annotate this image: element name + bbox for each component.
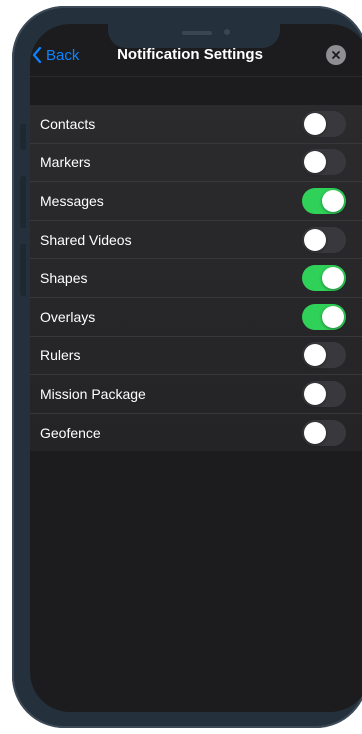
close-icon <box>332 51 340 59</box>
settings-row-geofence: Geofence <box>30 414 362 452</box>
settings-row-mission-package: Mission Package <box>30 375 362 414</box>
toggle-knob <box>304 421 326 444</box>
settings-row-overlays: Overlays <box>30 298 362 337</box>
mute-switch <box>20 124 26 150</box>
rulers-toggle[interactable] <box>302 342 346 369</box>
toggle-knob <box>322 305 344 328</box>
notification-settings-list: Contacts Markers Messages Shared Videos Shap… <box>30 105 362 452</box>
toggle-knob <box>304 344 326 367</box>
toggle-knob <box>304 228 326 251</box>
toggle-knob <box>304 382 326 405</box>
settings-row-label: Messages <box>40 192 104 209</box>
toggle-knob <box>322 189 344 212</box>
close-button[interactable] <box>326 45 346 65</box>
geofence-toggle[interactable] <box>302 419 346 446</box>
settings-row-contacts: Contacts <box>30 105 362 144</box>
messages-toggle[interactable] <box>302 187 346 214</box>
settings-row-shared-videos: Shared Videos <box>30 221 362 260</box>
navigation-bar: Back Notification Settings <box>30 24 362 76</box>
mission-package-toggle[interactable] <box>302 380 346 407</box>
contacts-toggle[interactable] <box>302 110 346 137</box>
markers-toggle[interactable] <box>302 149 346 176</box>
volume-down-button <box>20 244 26 296</box>
shapes-toggle[interactable] <box>302 265 346 292</box>
settings-row-messages: Messages <box>30 182 362 221</box>
shared-videos-toggle[interactable] <box>302 226 346 253</box>
settings-row-label: Overlays <box>40 308 96 325</box>
toggle-knob <box>304 151 326 174</box>
settings-row-label: Geofence <box>40 424 101 441</box>
settings-row-label: Rulers <box>40 347 81 364</box>
toggle-knob <box>304 112 326 135</box>
settings-row-markers: Markers <box>30 144 362 183</box>
section-header-spacer <box>30 76 362 105</box>
settings-row-label: Mission Package <box>40 385 146 402</box>
overlays-toggle[interactable] <box>302 303 346 330</box>
toggle-knob <box>322 267 344 290</box>
settings-row-label: Shared Videos <box>40 231 132 248</box>
screen: Back Notification Settings Contacts Marke… <box>30 24 362 712</box>
volume-up-button <box>20 176 26 228</box>
settings-row-label: Markers <box>40 154 91 171</box>
settings-row-label: Contacts <box>40 115 96 132</box>
settings-row-rulers: Rulers <box>30 337 362 376</box>
settings-row-shapes: Shapes <box>30 259 362 298</box>
settings-row-label: Shapes <box>40 270 88 287</box>
page-title: Notification Settings <box>117 46 263 63</box>
